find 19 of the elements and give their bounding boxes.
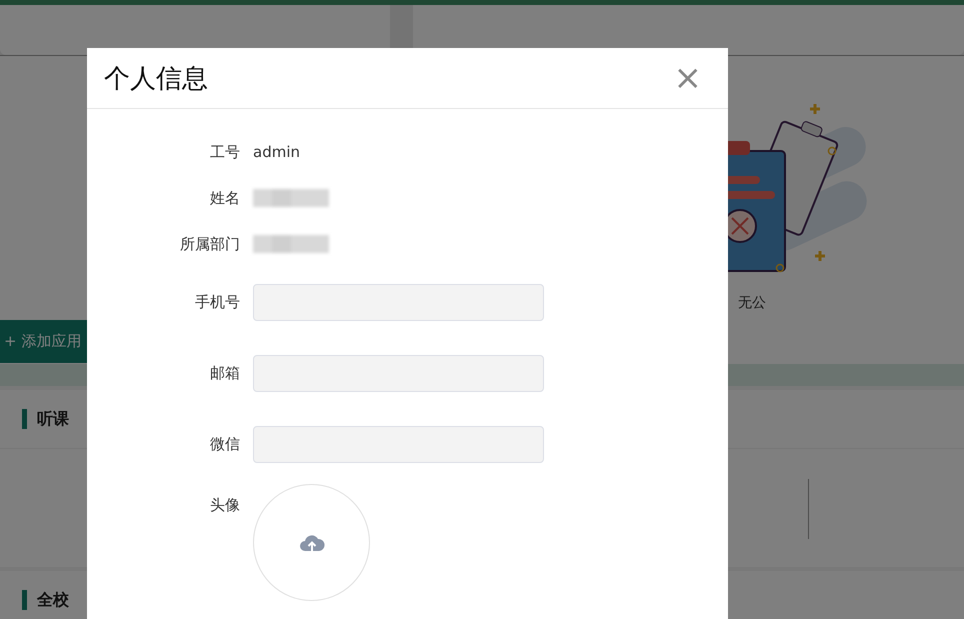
field-label: 工号 bbox=[209, 142, 240, 162]
cloud-upload-icon bbox=[298, 532, 324, 552]
input-field[interactable] bbox=[253, 284, 544, 321]
input-field[interactable] bbox=[253, 355, 544, 392]
dialog-title: 个人信息 bbox=[104, 62, 208, 96]
field-label: 邮箱 bbox=[209, 364, 240, 383]
close-button[interactable]: × bbox=[670, 61, 706, 95]
input-field[interactable] bbox=[253, 426, 544, 463]
section-marker bbox=[22, 409, 27, 429]
field-label: 头像 bbox=[209, 496, 240, 515]
empty-notice-text: 无公 bbox=[738, 294, 766, 312]
field-label: 手机号 bbox=[194, 293, 240, 312]
field-value: admin bbox=[253, 143, 300, 161]
section-title: 全校 bbox=[37, 590, 69, 610]
section-marker bbox=[22, 590, 27, 610]
section-title: 听课 bbox=[37, 408, 69, 430]
field-label: 微信 bbox=[209, 435, 240, 454]
field-label: 所属部门 bbox=[179, 234, 240, 254]
field-label: 姓名 bbox=[209, 188, 240, 208]
